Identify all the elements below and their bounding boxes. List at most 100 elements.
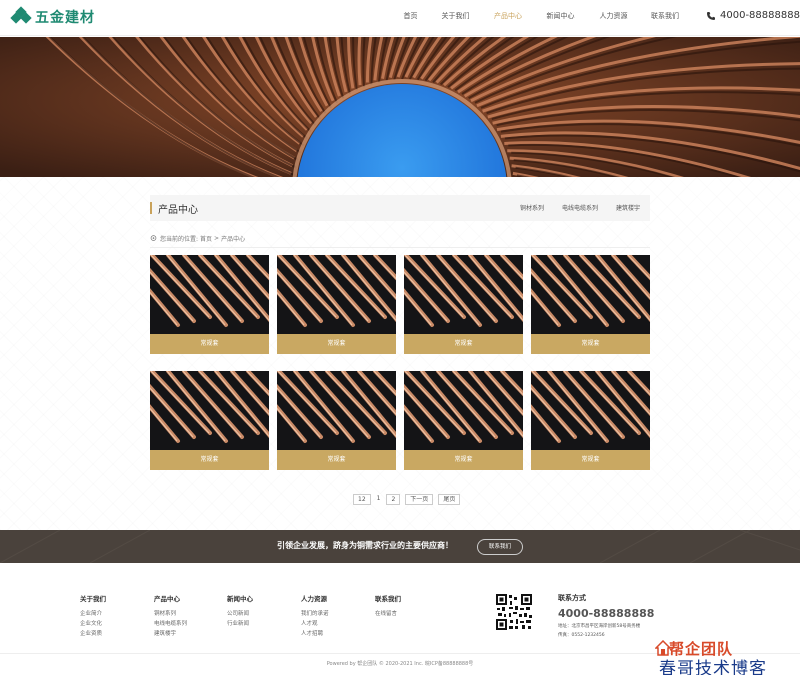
tab-cable[interactable]: 电线电缆系列 xyxy=(562,203,598,212)
copper-rods-image xyxy=(150,255,269,334)
page-1[interactable]: 1 xyxy=(375,494,382,505)
footer-link[interactable]: 在线留言 xyxy=(375,609,401,619)
product-card[interactable]: 常规套 xyxy=(531,371,650,470)
product-label: 常规套 xyxy=(150,334,269,354)
copper-rods-image xyxy=(277,371,396,450)
footer-col-title: 人力资源 xyxy=(301,595,327,603)
nav-item-contact[interactable]: 联系我们 xyxy=(640,11,690,21)
pagination: 12 1 2 下一页 尾页 xyxy=(353,494,461,505)
copper-rods-image xyxy=(404,255,523,334)
copper-rods-image xyxy=(277,255,396,334)
copper-rods-image xyxy=(150,371,269,450)
breadcrumb-separator: > xyxy=(214,235,220,242)
copper-rods-image xyxy=(531,371,650,450)
copper-rods-image xyxy=(404,371,523,450)
location-icon xyxy=(150,235,157,241)
footer-link[interactable]: 公司新闻 xyxy=(227,609,253,619)
section-header: 产品中心 铜材系列 电线电缆系列 建筑楼宇 xyxy=(150,195,650,221)
contact-fax: 传真：0552-1232456 xyxy=(558,633,605,638)
footer-link[interactable]: 人才观 xyxy=(301,619,329,629)
logo[interactable]: 五金建材 xyxy=(10,6,95,27)
breadcrumb-prefix: 您当前的位置: xyxy=(160,236,199,243)
page-2[interactable]: 2 xyxy=(386,494,401,505)
product-label: 常规套 xyxy=(150,450,269,470)
product-image xyxy=(404,255,523,334)
next-page-button[interactable]: 下一页 xyxy=(405,494,434,505)
nav-item-hr[interactable]: 人力资源 xyxy=(587,11,640,21)
product-card[interactable]: 常规套 xyxy=(277,371,396,470)
footer-link[interactable]: 我们的承诺 xyxy=(301,609,329,619)
product-image xyxy=(150,255,269,334)
footer-col-title: 联系我们 xyxy=(375,595,401,603)
breadcrumb-current: 产品中心 xyxy=(221,236,246,243)
main-nav: 首页 关于我们 产品中心 新闻中心 人力资源 联系我们 xyxy=(392,0,690,32)
site-footer: 关于我们 企业简介 企业文化 企业资质 产品中心 铜材系列 电线电缆系列 建筑楼… xyxy=(0,563,800,675)
page-total: 12 xyxy=(353,494,371,505)
contact-phone: 4000-88888888 xyxy=(558,607,655,620)
footer-col-news: 新闻中心 公司新闻 行业新闻 xyxy=(227,593,253,629)
footer-contact: 联系方式 4000-88888888 地址：北京市昌平区海岸创新58号商务楼 传… xyxy=(558,593,654,638)
footer-col-title: 关于我们 xyxy=(80,595,106,603)
phone-icon xyxy=(707,11,715,20)
footer-link[interactable]: 企业文化 xyxy=(80,619,106,629)
slogan-banner: 引领企业发展，跻身为铜需求行业的主要供应商！ 联系我们 xyxy=(0,530,800,563)
product-label: 常规套 xyxy=(531,450,650,470)
product-card[interactable]: 常规套 xyxy=(150,371,269,470)
footer-col-products: 产品中心 铜材系列 电线电缆系列 建筑楼宇 xyxy=(154,593,187,639)
footer-col-about: 关于我们 企业简介 企业文化 企业资质 xyxy=(80,593,106,639)
product-label: 常规套 xyxy=(404,450,523,470)
banner-image xyxy=(0,37,800,177)
footer-col-hr: 人力资源 我们的承诺 人才观 人才招聘 xyxy=(301,593,329,639)
contact-title: 联系方式 xyxy=(558,594,586,602)
footer-link[interactable]: 电线电缆系列 xyxy=(154,619,187,629)
site-header: 五金建材 首页 关于我们 产品中心 新闻中心 人力资源 联系我们 4000-88… xyxy=(0,0,800,36)
product-card[interactable]: 常规套 xyxy=(531,255,650,354)
copper-rods-image xyxy=(531,255,650,334)
section-accent xyxy=(150,202,152,214)
footer-link[interactable]: 铜材系列 xyxy=(154,609,187,619)
product-image xyxy=(277,371,396,450)
product-card[interactable]: 常规套 xyxy=(404,371,523,470)
product-image xyxy=(531,371,650,450)
watermark: 帮企团队 春哥技术博客 xyxy=(655,638,800,675)
nav-item-products[interactable]: 产品中心 xyxy=(482,11,534,21)
product-image xyxy=(531,255,650,334)
nav-item-home[interactable]: 首页 xyxy=(392,11,429,21)
breadcrumb-home[interactable]: 首页 xyxy=(200,234,212,243)
slogan-text: 引领企业发展，跻身为铜需求行业的主要供应商！ xyxy=(277,541,453,550)
footer-col-contact: 联系我们 在线留言 xyxy=(375,593,401,619)
category-tabs: 铜材系列 电线电缆系列 建筑楼宇 xyxy=(520,203,640,212)
footer-col-title: 新闻中心 xyxy=(227,595,253,603)
product-label: 常规套 xyxy=(531,334,650,354)
product-image xyxy=(150,371,269,450)
breadcrumb: 您当前的位置: 首页 > 产品中心 xyxy=(150,234,650,248)
header-phone: 4000-88888888 xyxy=(706,10,800,21)
watermark-text: 春哥技术博客 xyxy=(659,659,767,675)
nav-item-about[interactable]: 关于我们 xyxy=(429,11,482,21)
nav-item-news[interactable]: 新闻中心 xyxy=(534,11,587,21)
footer-link[interactable]: 行业新闻 xyxy=(227,619,253,629)
hero-banner xyxy=(0,37,800,177)
product-image xyxy=(404,371,523,450)
contact-address: 地址：北京市昌平区海岸创新58号商务楼 xyxy=(558,624,641,629)
section-title: 产品中心 xyxy=(158,205,198,216)
tab-copper[interactable]: 铜材系列 xyxy=(520,203,544,212)
footer-col-title: 产品中心 xyxy=(154,595,180,603)
phone-number: 4000-88888888 xyxy=(720,10,800,21)
contact-us-button[interactable]: 联系我们 xyxy=(477,539,523,555)
product-image xyxy=(277,255,396,334)
product-card[interactable]: 常规套 xyxy=(404,255,523,354)
footer-link[interactable]: 建筑楼宇 xyxy=(154,629,187,639)
product-label: 常规套 xyxy=(277,450,396,470)
product-label: 常规套 xyxy=(404,334,523,354)
footer-link[interactable]: 企业资质 xyxy=(80,629,106,639)
qr-code-icon xyxy=(495,593,533,631)
last-page-button[interactable]: 尾页 xyxy=(438,494,461,505)
footer-link[interactable]: 人才招聘 xyxy=(301,629,329,639)
logo-text: 五金建材 xyxy=(35,10,95,26)
footer-link[interactable]: 企业简介 xyxy=(80,609,106,619)
tab-building[interactable]: 建筑楼宇 xyxy=(616,203,640,212)
product-card[interactable]: 常规套 xyxy=(277,255,396,354)
product-card[interactable]: 常规套 xyxy=(150,255,269,354)
products-section: 产品中心 铜材系列 电线电缆系列 建筑楼宇 您当前的位置: 首页 > 产品中心 … xyxy=(0,177,800,530)
